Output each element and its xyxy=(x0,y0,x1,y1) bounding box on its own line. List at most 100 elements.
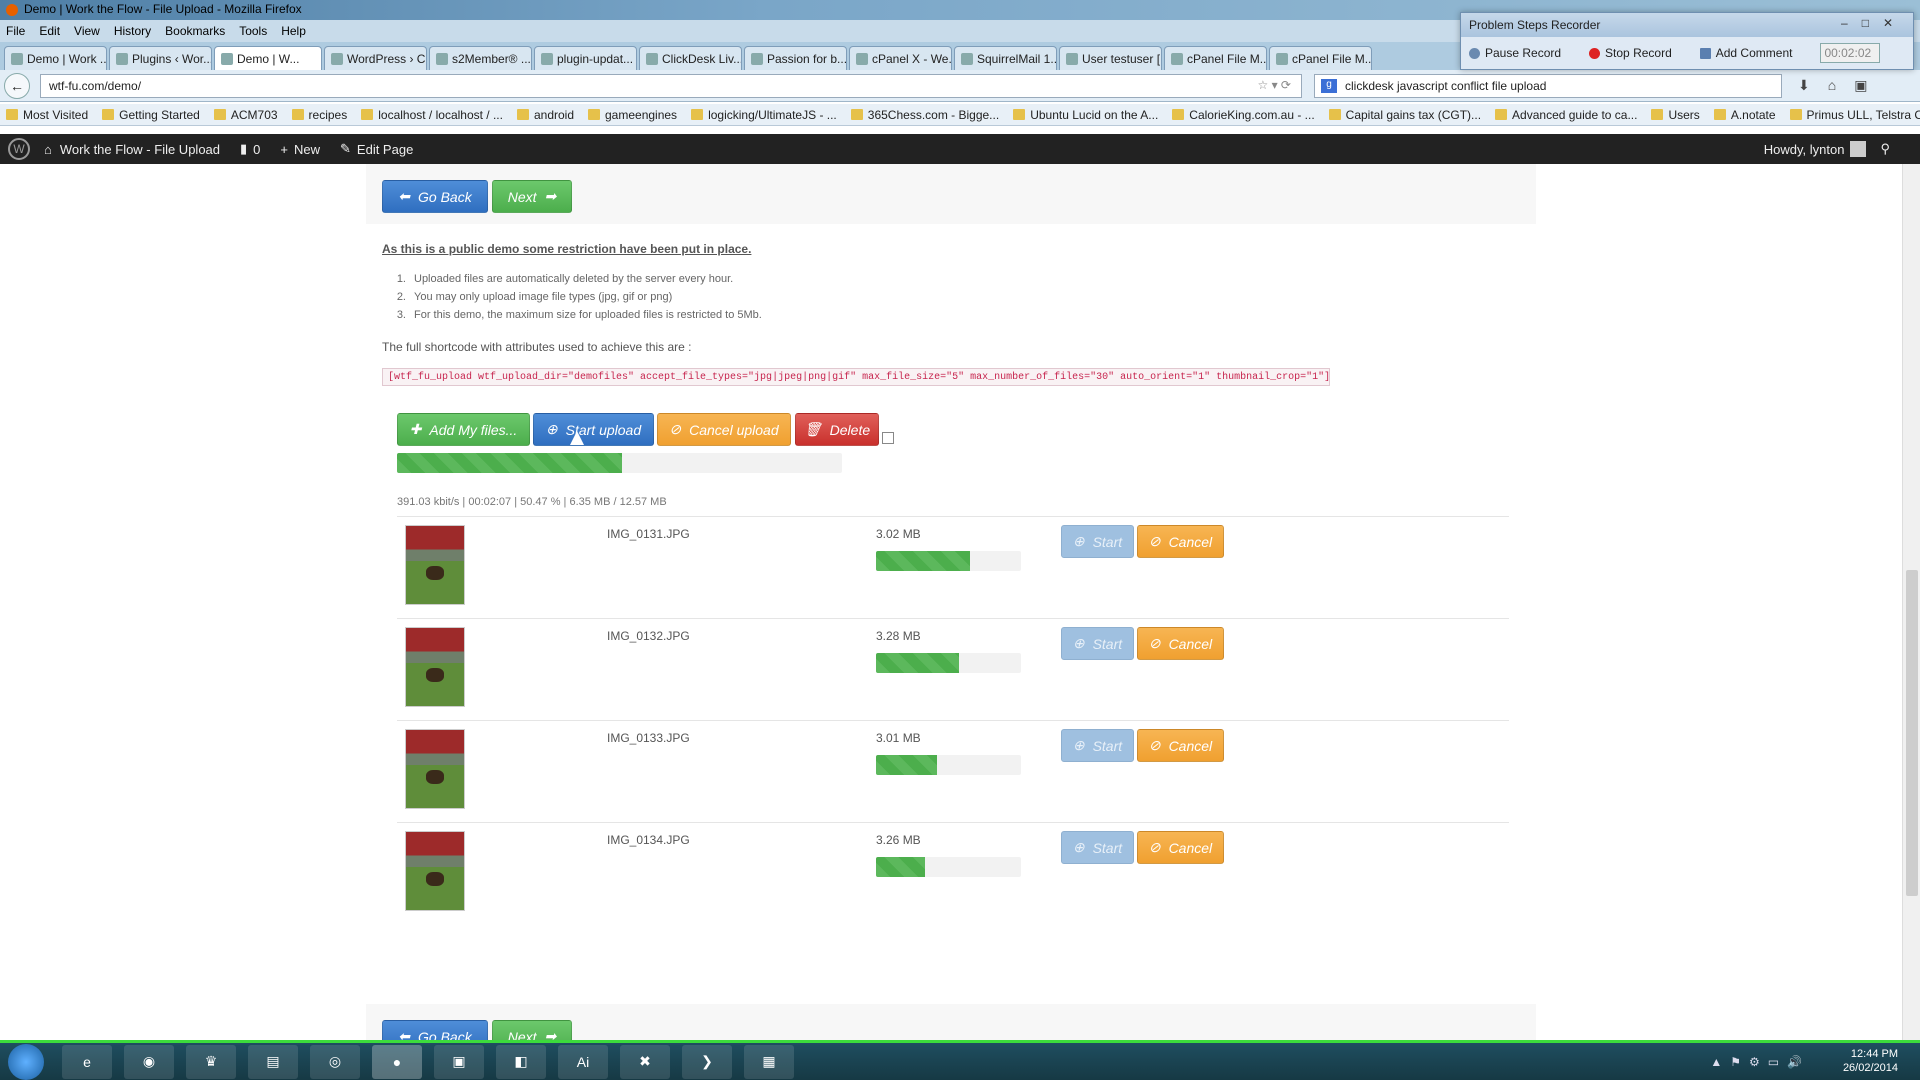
delete-button[interactable]: 🗑 Delete xyxy=(795,413,879,446)
clock[interactable]: 12:44 PM 26/02/2014 xyxy=(1843,1047,1898,1075)
admin-account[interactable]: Howdy, lynton ⚲ xyxy=(1764,141,1890,157)
bookmark-item[interactable]: Users xyxy=(1651,108,1700,122)
app-icon[interactable]: ♛ xyxy=(186,1044,236,1079)
bookmark-star-icon[interactable]: ☆ ▾ ⟳ xyxy=(1257,78,1291,92)
go-back-button[interactable]: ⬅ Go Back xyxy=(382,180,488,213)
menu-history[interactable]: History xyxy=(114,24,151,38)
menu-edit[interactable]: Edit xyxy=(39,24,60,38)
xampp-icon[interactable]: ✖ xyxy=(620,1044,670,1079)
admin-edit-link[interactable]: ✎ Edit Page xyxy=(340,141,413,157)
bookmark-item[interactable]: A.notate xyxy=(1713,108,1776,122)
favicon-icon xyxy=(1276,52,1288,65)
browser-tab[interactable]: cPanel File M... xyxy=(1269,46,1372,70)
browser-tab[interactable]: Plugins ‹ Wor... xyxy=(109,46,212,70)
cancel-button[interactable]: ⊘ Cancel xyxy=(1137,831,1224,864)
menu-file[interactable]: File xyxy=(6,24,25,38)
window-controls[interactable]: –□✕ xyxy=(1841,16,1907,30)
file-name: IMG_0134.JPG xyxy=(607,833,690,847)
go-back-button[interactable]: ⬅ Go Back xyxy=(382,1020,488,1040)
app-icon[interactable]: ◧ xyxy=(496,1044,546,1079)
url-bar[interactable]: wtf-fu.com/demo/ ☆ ▾ ⟳ xyxy=(40,73,1302,98)
terminal-icon[interactable]: ▣ xyxy=(434,1044,484,1079)
admin-site-link[interactable]: ⌂ Work the Flow - File Upload xyxy=(44,142,220,157)
comment-icon xyxy=(1699,47,1711,59)
admin-new-link[interactable]: + New xyxy=(280,142,320,157)
cancel-button[interactable]: ⊘ Cancel xyxy=(1137,729,1224,762)
add-files-button[interactable]: ✚ Add My files... xyxy=(397,413,530,446)
explorer-icon[interactable]: ▤ xyxy=(248,1044,298,1079)
back-button[interactable]: ← xyxy=(4,72,30,99)
menu-tools[interactable]: Tools xyxy=(239,24,267,38)
browser-tab[interactable]: cPanel File M... xyxy=(1164,46,1267,70)
browser-tab[interactable]: WordPress › C... xyxy=(324,46,427,70)
page-icon xyxy=(1789,109,1802,120)
pause-record-button[interactable]: Pause Record xyxy=(1469,46,1575,60)
system-tray[interactable]: ▲⚑⚙▭🔊 xyxy=(1710,1055,1810,1069)
eclipse-icon[interactable]: ◉ xyxy=(124,1044,174,1079)
start-button[interactable]: ⊕ Start xyxy=(1061,525,1134,558)
stop-record-button[interactable]: Stop Record xyxy=(1589,46,1686,60)
cancel-button[interactable]: ⊘ Cancel xyxy=(1137,525,1224,558)
firefox-icon[interactable]: ● xyxy=(372,1044,422,1079)
thumbnail-image xyxy=(405,729,465,809)
page-icon xyxy=(1713,109,1726,120)
search-box[interactable]: g clickdesk javascript conflict file uplo… xyxy=(1314,73,1782,98)
bookmark-item[interactable]: Capital gains tax (CGT)... xyxy=(1328,108,1481,122)
start-button[interactable] xyxy=(8,1043,44,1080)
browser-tab[interactable]: Demo | Work ... xyxy=(4,46,107,70)
steps-recorder-icon[interactable]: ▦ xyxy=(744,1044,794,1079)
cancel-upload-button[interactable]: ⊘ Cancel upload xyxy=(657,413,791,446)
download-icon[interactable]: ⬇ xyxy=(1798,77,1810,94)
ie-icon[interactable]: e xyxy=(62,1044,112,1079)
browser-tab[interactable]: s2Member® ... xyxy=(429,46,532,70)
bookmark-item[interactable]: gameengines xyxy=(588,108,677,122)
menu-bookmarks[interactable]: Bookmarks xyxy=(165,24,225,38)
bookmark-item[interactable]: ACM703 xyxy=(213,108,278,122)
start-upload-button[interactable]: ⊕ Start upload xyxy=(533,413,654,446)
bookmark-item[interactable]: Most Visited xyxy=(6,108,88,122)
cancel-button[interactable]: ⊘ Cancel xyxy=(1137,627,1224,660)
browser-tab[interactable]: plugin-updat... xyxy=(534,46,637,70)
bookmark-item[interactable]: Getting Started xyxy=(102,108,200,122)
menu-help[interactable]: Help xyxy=(281,24,306,38)
next-button[interactable]: Next ➡ xyxy=(492,1020,572,1040)
start-button[interactable]: ⊕ Start xyxy=(1061,729,1134,762)
wp-admin-bar: W ⌂ Work the Flow - File Upload ▮ 0 + New ✎… xyxy=(0,134,1920,164)
search-icon[interactable]: ⚲ xyxy=(1880,141,1890,157)
start-button[interactable]: ⊕ Start xyxy=(1061,627,1134,660)
next-button[interactable]: Next ➡ xyxy=(492,180,572,213)
add-comment-button[interactable]: Add Comment xyxy=(1699,46,1807,60)
bookmark-item[interactable]: recipes xyxy=(291,108,347,122)
browser-tab[interactable]: User testuser [... xyxy=(1059,46,1162,70)
bookmark-item[interactable]: Advanced guide to ca... xyxy=(1495,108,1637,122)
arrow-right-icon: ➡ xyxy=(544,1028,557,1040)
table-row: IMG_0131.JPG 3.02 MB ⊕ Start ⊘ Cancel xyxy=(397,516,1509,618)
chrome-icon[interactable]: ◎ xyxy=(310,1044,360,1079)
bookmark-item[interactable]: Ubuntu Lucid on the A... xyxy=(1013,108,1158,122)
bookmark-item[interactable]: CalorieKing.com.au - ... xyxy=(1172,108,1315,122)
browser-tab[interactable]: Passion for b... xyxy=(744,46,847,70)
menu-view[interactable]: View xyxy=(74,24,100,38)
browser-tab-active[interactable]: Demo | W... xyxy=(214,46,322,70)
bookmark-item[interactable]: logicking/UltimateJS - ... xyxy=(691,108,837,122)
page-scrollbar[interactable] xyxy=(1902,164,1920,1040)
home-icon[interactable]: ⌂ xyxy=(1828,77,1836,94)
bookmark-item[interactable]: localhost / localhost / ... xyxy=(361,108,503,122)
scrollbar-thumb[interactable] xyxy=(1906,570,1918,896)
select-all-checkbox[interactable] xyxy=(882,432,894,444)
bookmark-item[interactable]: 365Chess.com - Bigge... xyxy=(850,107,1000,122)
site-name: Work the Flow - File Upload xyxy=(59,141,221,157)
wordpress-logo-icon[interactable]: W xyxy=(8,138,30,160)
addon-icon[interactable]: ▣ xyxy=(1854,77,1867,94)
browser-tab[interactable]: SquirrelMail 1... xyxy=(954,46,1057,70)
bookmark-item[interactable]: Primus ULL, Telstra Co... xyxy=(1789,108,1920,122)
admin-comments-link[interactable]: ▮ 0 xyxy=(240,141,260,157)
browser-tab[interactable]: ClickDesk Liv... xyxy=(639,46,742,70)
bookmark-item[interactable]: android xyxy=(516,108,574,122)
illustrator-icon[interactable]: Ai xyxy=(558,1044,608,1079)
folder-icon xyxy=(291,109,304,120)
powershell-icon[interactable]: ❯ xyxy=(682,1044,732,1079)
bookmark-label: 365Chess.com - Bigge... xyxy=(867,107,1000,122)
browser-tab[interactable]: cPanel X - We... xyxy=(849,46,952,70)
start-button[interactable]: ⊕ Start xyxy=(1061,831,1134,864)
